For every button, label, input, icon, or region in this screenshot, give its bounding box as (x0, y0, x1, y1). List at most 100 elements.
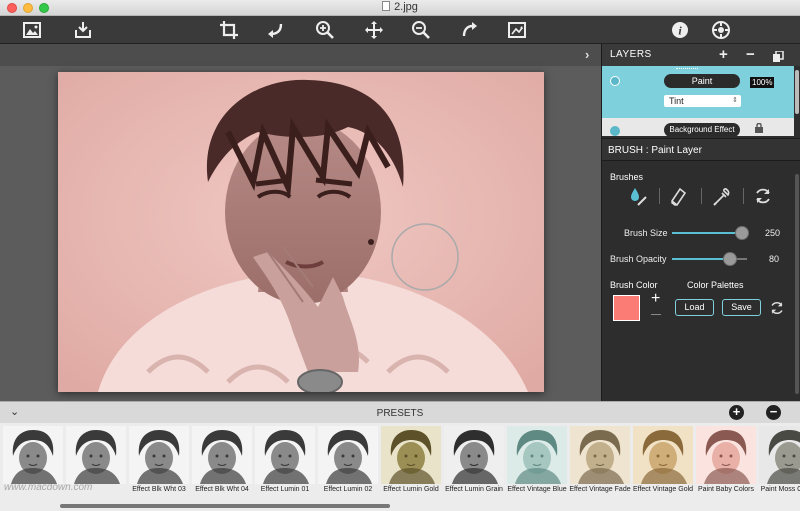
preset-item[interactable]: Effect Lumin 02 (318, 426, 378, 508)
presets-strip: Effect Blk Wht 03 Effect Blk Wht 04 Effect… (0, 423, 800, 511)
brush-opacity-knob[interactable] (723, 252, 738, 266)
presets-scrollbar[interactable] (60, 504, 390, 508)
preset-thumbnail (759, 426, 800, 484)
preset-item[interactable]: Effect Lumin 01 (255, 426, 315, 508)
brush-size-knob[interactable] (734, 226, 749, 240)
export-icon[interactable] (505, 19, 529, 41)
layers-scrollbar[interactable] (795, 70, 799, 114)
preset-thumbnail (696, 426, 756, 484)
layers-header: LAYERS + − (602, 44, 800, 66)
preset-item[interactable]: Effect Blk Wht 04 (192, 426, 252, 508)
brush-size-slider[interactable] (672, 226, 749, 240)
add-preset-button[interactable]: + (729, 405, 744, 420)
brush-opacity-slider[interactable] (672, 252, 747, 266)
preset-item[interactable]: Effect Lumin Grain (444, 426, 504, 508)
remove-layer-button[interactable]: − (746, 46, 755, 63)
pan-icon[interactable] (362, 19, 386, 41)
brush-color-swatch[interactable] (613, 295, 640, 321)
panel-scrollbar[interactable] (795, 174, 799, 394)
preset-item[interactable]: Paint Baby Colors (696, 426, 756, 508)
info-icon[interactable]: i (668, 19, 692, 41)
preset-thumbnail (381, 426, 441, 484)
open-image-icon[interactable] (20, 19, 44, 41)
select-arrow-icon: ⇕ (732, 97, 738, 104)
preset-thumbnail (507, 426, 567, 484)
layer-name-background[interactable]: Background Effect (664, 123, 740, 136)
color-palettes-label: Color Palettes (687, 280, 744, 290)
preset-thumbnail (66, 426, 126, 484)
preset-thumbnail (444, 426, 504, 484)
preset-item[interactable] (66, 426, 126, 508)
layer-visibility-toggle-background[interactable] (610, 126, 620, 136)
refresh-palette-icon[interactable] (768, 299, 786, 322)
settings-icon[interactable] (709, 19, 733, 41)
drag-handle[interactable] (676, 68, 698, 69)
window-titlebar: 2.jpg (0, 0, 800, 16)
remove-preset-button[interactable]: − (766, 405, 781, 420)
layer-name-paint[interactable]: Paint (664, 74, 740, 88)
photo-image (58, 72, 544, 392)
reset-brush-icon[interactable] (752, 185, 774, 207)
layer-visibility-toggle[interactable] (610, 76, 620, 86)
layers-title: LAYERS (610, 49, 652, 60)
presets-header: ⌄ PRESETS + − (0, 401, 800, 423)
blend-mode-select[interactable]: Tint ⇕ (664, 95, 741, 107)
preset-item[interactable]: Effect Vintage Blue (507, 426, 567, 508)
preset-thumbnail (318, 426, 378, 484)
crop-icon[interactable] (217, 19, 241, 41)
preset-label: Paint Baby Colors (697, 486, 755, 493)
preset-label: Effect Lumin Gold (383, 486, 439, 493)
save-icon[interactable] (71, 19, 95, 41)
preset-item[interactable] (3, 426, 63, 508)
preset-item[interactable]: Effect Vintage Fade (569, 426, 631, 508)
preset-label: Effect Lumin Grain (445, 486, 503, 493)
document-icon (382, 1, 391, 11)
preset-item[interactable]: Effect Lumin Gold (381, 426, 441, 508)
layer-row-paint[interactable]: Paint 100% Tint ⇕ (602, 66, 794, 118)
remove-color-button[interactable] (651, 314, 661, 315)
preset-label: Effect Blk Wht 03 (132, 486, 186, 493)
brushes-label: Brushes (610, 172, 644, 182)
preset-label: Effect Vintage Gold (632, 486, 694, 493)
collapse-panel-chevron-icon[interactable]: › (585, 47, 589, 62)
zoom-out-icon[interactable] (409, 19, 433, 41)
eyedropper-icon[interactable] (710, 185, 732, 207)
lock-icon[interactable] (755, 123, 763, 133)
preset-item[interactable]: Paint Moss Colors (759, 426, 800, 508)
preset-item[interactable]: Effect Vintage Gold (633, 426, 693, 508)
preset-label: Effect Lumin 02 (323, 486, 373, 493)
preset-label: Paint Moss Colors (760, 486, 800, 493)
load-palette-button[interactable]: Load (675, 299, 714, 316)
photo-canvas[interactable] (58, 72, 544, 392)
brush-header: BRUSH : Paint Layer (602, 138, 800, 161)
main-toolbar: i (0, 16, 800, 44)
brush-size-value: 250 (765, 228, 781, 238)
tool-separator (743, 188, 744, 204)
canvas-header-strip: › (0, 44, 601, 66)
eraser-brush-icon[interactable] (668, 185, 690, 207)
brush-size-fill (672, 232, 742, 234)
brush-opacity-value: 80 (769, 254, 780, 264)
brush-opacity-label: Brush Opacity (610, 254, 667, 264)
add-color-button[interactable]: + (651, 290, 660, 308)
zoom-in-icon[interactable] (313, 19, 337, 41)
watermark-text: www.macdown.com (4, 482, 93, 493)
layer-row-background[interactable]: Background Effect (602, 118, 794, 136)
add-layer-button[interactable]: + (719, 46, 728, 63)
preset-label: Effect Lumin 01 (260, 486, 310, 493)
preset-label: Effect Vintage Fade (569, 486, 631, 493)
window-title: 2.jpg (0, 1, 800, 13)
duplicate-layer-icon[interactable] (773, 49, 784, 66)
brush-title: BRUSH : Paint Layer (608, 145, 702, 156)
preset-thumbnail (3, 426, 63, 484)
undo-icon[interactable] (264, 19, 288, 41)
preset-label: Effect Blk Wht 04 (195, 486, 249, 493)
save-palette-button[interactable]: Save (722, 299, 761, 316)
redo-icon[interactable] (457, 19, 481, 41)
layer-opacity[interactable]: 100% (750, 77, 775, 88)
right-panel: LAYERS + − Paint 100% Tint ⇕ Background E… (601, 44, 800, 401)
preset-thumbnail (129, 426, 189, 484)
preset-thumbnail (255, 426, 315, 484)
preset-item[interactable]: Effect Blk Wht 03 (129, 426, 189, 508)
paint-brush-icon[interactable] (626, 185, 648, 207)
